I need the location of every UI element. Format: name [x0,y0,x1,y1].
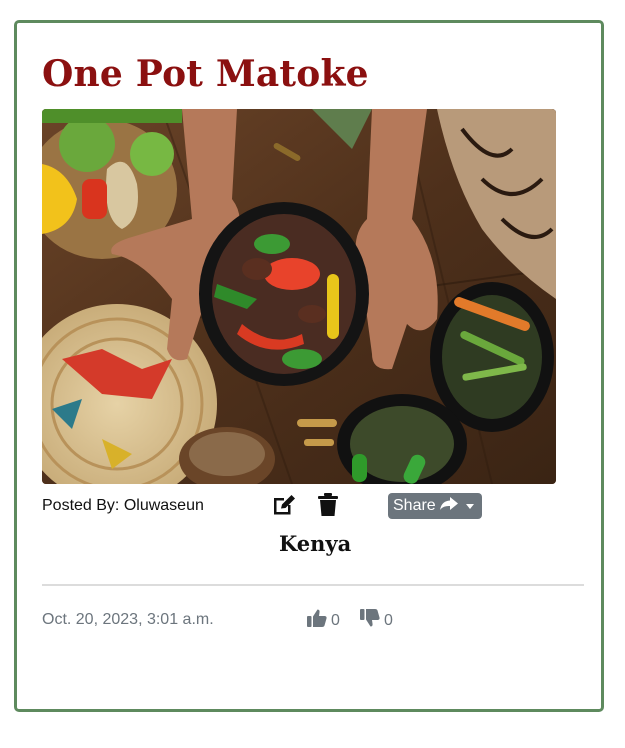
chevron-down-icon [465,503,474,509]
post-title: One Pot Matoke [42,53,369,95]
post-date: Oct. 20, 2023, 3:01 a.m. [42,611,214,628]
post-meta-row: Posted By: Oluwaseun Share [42,491,582,521]
like-button[interactable]: 0 [307,609,340,632]
divider [42,584,584,586]
post-image [42,109,556,484]
thumbs-up-icon [307,609,327,632]
thumbs-down-icon [360,609,380,632]
edit-icon[interactable] [270,491,298,519]
dislike-button[interactable]: 0 [360,609,393,632]
posted-by: Posted By: Oluwaseun [42,497,204,514]
country-label: Kenya [279,531,352,556]
like-count: 0 [331,611,340,629]
post-card: One Pot Matoke Posted By: Oluwaseun Shar… [14,20,604,712]
trash-icon[interactable] [314,491,342,519]
dislike-count: 0 [384,611,393,629]
share-button-label: Share [393,497,436,514]
share-arrow-icon [439,496,458,516]
share-button[interactable]: Share [388,493,482,519]
